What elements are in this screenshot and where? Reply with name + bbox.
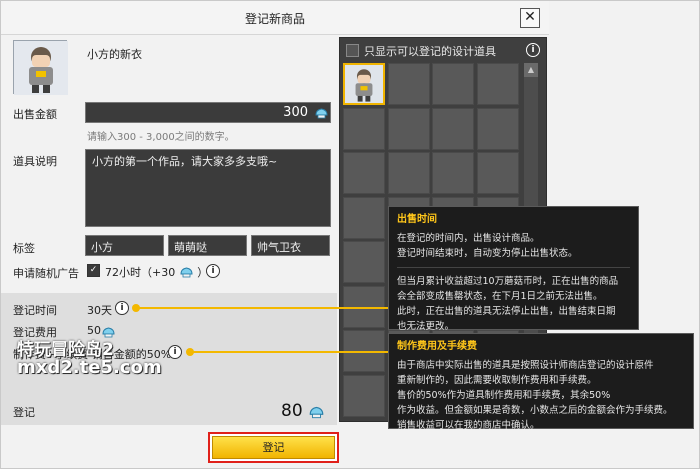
title-bar: 登记新商品 ✕ xyxy=(1,1,549,35)
item-name: 小方的新衣 xyxy=(87,48,142,61)
design-item-thumbnail-icon xyxy=(345,65,383,103)
scroll-up-arrow-icon[interactable]: ▲ xyxy=(524,63,538,77)
register-button[interactable]: 登记 xyxy=(212,436,335,459)
inventory-slot[interactable] xyxy=(343,152,385,194)
inventory-slot[interactable] xyxy=(476,152,519,194)
register-time-info-icon[interactable]: i xyxy=(115,301,129,315)
inventory-slot[interactable] xyxy=(387,107,430,150)
item-preview-avatar xyxy=(13,40,68,95)
total-label: 登记 xyxy=(13,406,35,419)
submit-highlight: 登记 xyxy=(208,432,339,463)
fee-connector-dot xyxy=(186,348,194,356)
inventory-slot[interactable] xyxy=(387,152,430,194)
watermark-url: mxd2.te5.com xyxy=(17,357,162,378)
tooltip-fees-line: 售价的50%作为道具制作费用和手续费，其余50% xyxy=(397,390,611,401)
inventory-slot[interactable] xyxy=(343,374,385,417)
price-input[interactable]: 300 xyxy=(85,102,331,123)
tooltip-fees-title: 制作费用及手续费 xyxy=(397,341,477,352)
random-ad-checkbox[interactable]: ✓ xyxy=(87,264,100,277)
random-ad-duration: 72小时（+30 ） xyxy=(105,264,208,280)
inventory-slot[interactable] xyxy=(387,63,430,105)
tooltip-sale-time-title: 出售时间 xyxy=(397,214,437,225)
form-panel: 小方的新衣 出售金额 300 请输入300 - 3,000之间的数字。 道具说明… xyxy=(1,35,339,469)
filter-checkbox[interactable] xyxy=(346,44,359,57)
total-value: 80 xyxy=(281,401,303,421)
price-value: 300 xyxy=(283,105,308,120)
description-input[interactable]: 小方的第一个作品，请大家多多支哦~ xyxy=(85,149,331,227)
inventory-slot[interactable] xyxy=(343,107,385,150)
price-label: 出售金额 xyxy=(13,108,57,121)
close-button[interactable]: ✕ xyxy=(520,8,540,28)
random-ad-label: 申请随机广告 xyxy=(13,267,79,280)
info-icon[interactable]: i xyxy=(206,264,220,278)
commission-info-icon[interactable]: i xyxy=(168,345,182,359)
inventory-info-icon[interactable]: i xyxy=(526,43,540,57)
mesos-icon xyxy=(180,267,193,278)
tooltip-sale-time-note: 此时，正在出售的道具无法停止出售，出售结束日期 xyxy=(397,306,616,317)
tags-label: 标签 xyxy=(13,242,35,255)
tooltip-sale-time-note: 也无法更改。 xyxy=(397,321,455,332)
mesos-icon xyxy=(315,108,328,119)
register-time-label: 登记时间 xyxy=(13,304,57,317)
inventory-slot[interactable] xyxy=(432,152,474,194)
tooltip-fees: 制作费用及手续费 由于商店中实际出售的道具是按照设计师商店登记的设计原件 重新制… xyxy=(388,333,694,431)
avatar-character-icon xyxy=(14,41,68,95)
tooltip-fees-line: 销售收益可以在我的商店中确认。 xyxy=(397,420,540,431)
inventory-slot[interactable] xyxy=(432,63,474,105)
tooltip-fees-line: 作为收益。但金额如果是奇数，小数点之后的金额会作为手续费。 xyxy=(397,405,673,416)
time-connector-dot xyxy=(132,304,140,312)
register-time-value: 30天 xyxy=(87,304,112,317)
tooltip-sale-time: 出售时间 在登记的时间内，出售设计商品。 登记时间结束时，自动变为停止出售状态。… xyxy=(388,206,639,332)
tooltip-sale-time-note: 会全部变成售罄状态，在下月1日之前无法出售。 xyxy=(397,291,603,302)
filter-label: 只显示可以登记的设计道具 xyxy=(364,45,496,58)
window-title: 登记新商品 xyxy=(244,12,305,26)
inventory-slot[interactable] xyxy=(343,196,385,239)
inventory-slot[interactable] xyxy=(476,107,519,150)
tooltip-fees-line: 重新制作的，因此需要收取制作费用和手续费。 xyxy=(397,375,597,386)
tooltip-sale-time-line: 在登记的时间内，出售设计商品。 xyxy=(397,233,540,244)
inventory-slot[interactable] xyxy=(343,241,385,283)
tag-input-3[interactable]: 帅气卫衣 xyxy=(251,235,330,256)
price-hint: 请输入300 - 3,000之间的数字。 xyxy=(87,132,235,143)
inventory-slot[interactable] xyxy=(432,107,474,150)
register-item-window: 登记新商品 ✕ 小方的新衣 出售金额 300 请输入300 - 3,000之间的… xyxy=(0,0,700,469)
tooltip-fees-line: 由于商店中实际出售的道具是按照设计师商店登记的设计原件 xyxy=(397,360,654,371)
tooltip-divider xyxy=(397,267,630,268)
tooltip-sale-time-line: 登记时间结束时，自动变为停止出售状态。 xyxy=(397,248,578,259)
description-label: 道具说明 xyxy=(13,155,57,168)
tag-input-2[interactable]: 萌萌哒 xyxy=(168,235,247,256)
tag-input-1[interactable]: 小方 xyxy=(85,235,164,256)
inventory-slot[interactable] xyxy=(476,63,519,105)
mesos-icon xyxy=(309,406,324,419)
random-ad-duration-prefix: 72小时（+30 xyxy=(105,266,176,279)
time-tooltip-connector xyxy=(136,307,388,309)
tooltip-sale-time-note: 但当月累计收益超过10万蘑菇币时，正在出售的商品 xyxy=(397,276,619,287)
fee-tooltip-connector xyxy=(190,351,388,353)
inventory-slot-selected[interactable] xyxy=(343,63,385,105)
